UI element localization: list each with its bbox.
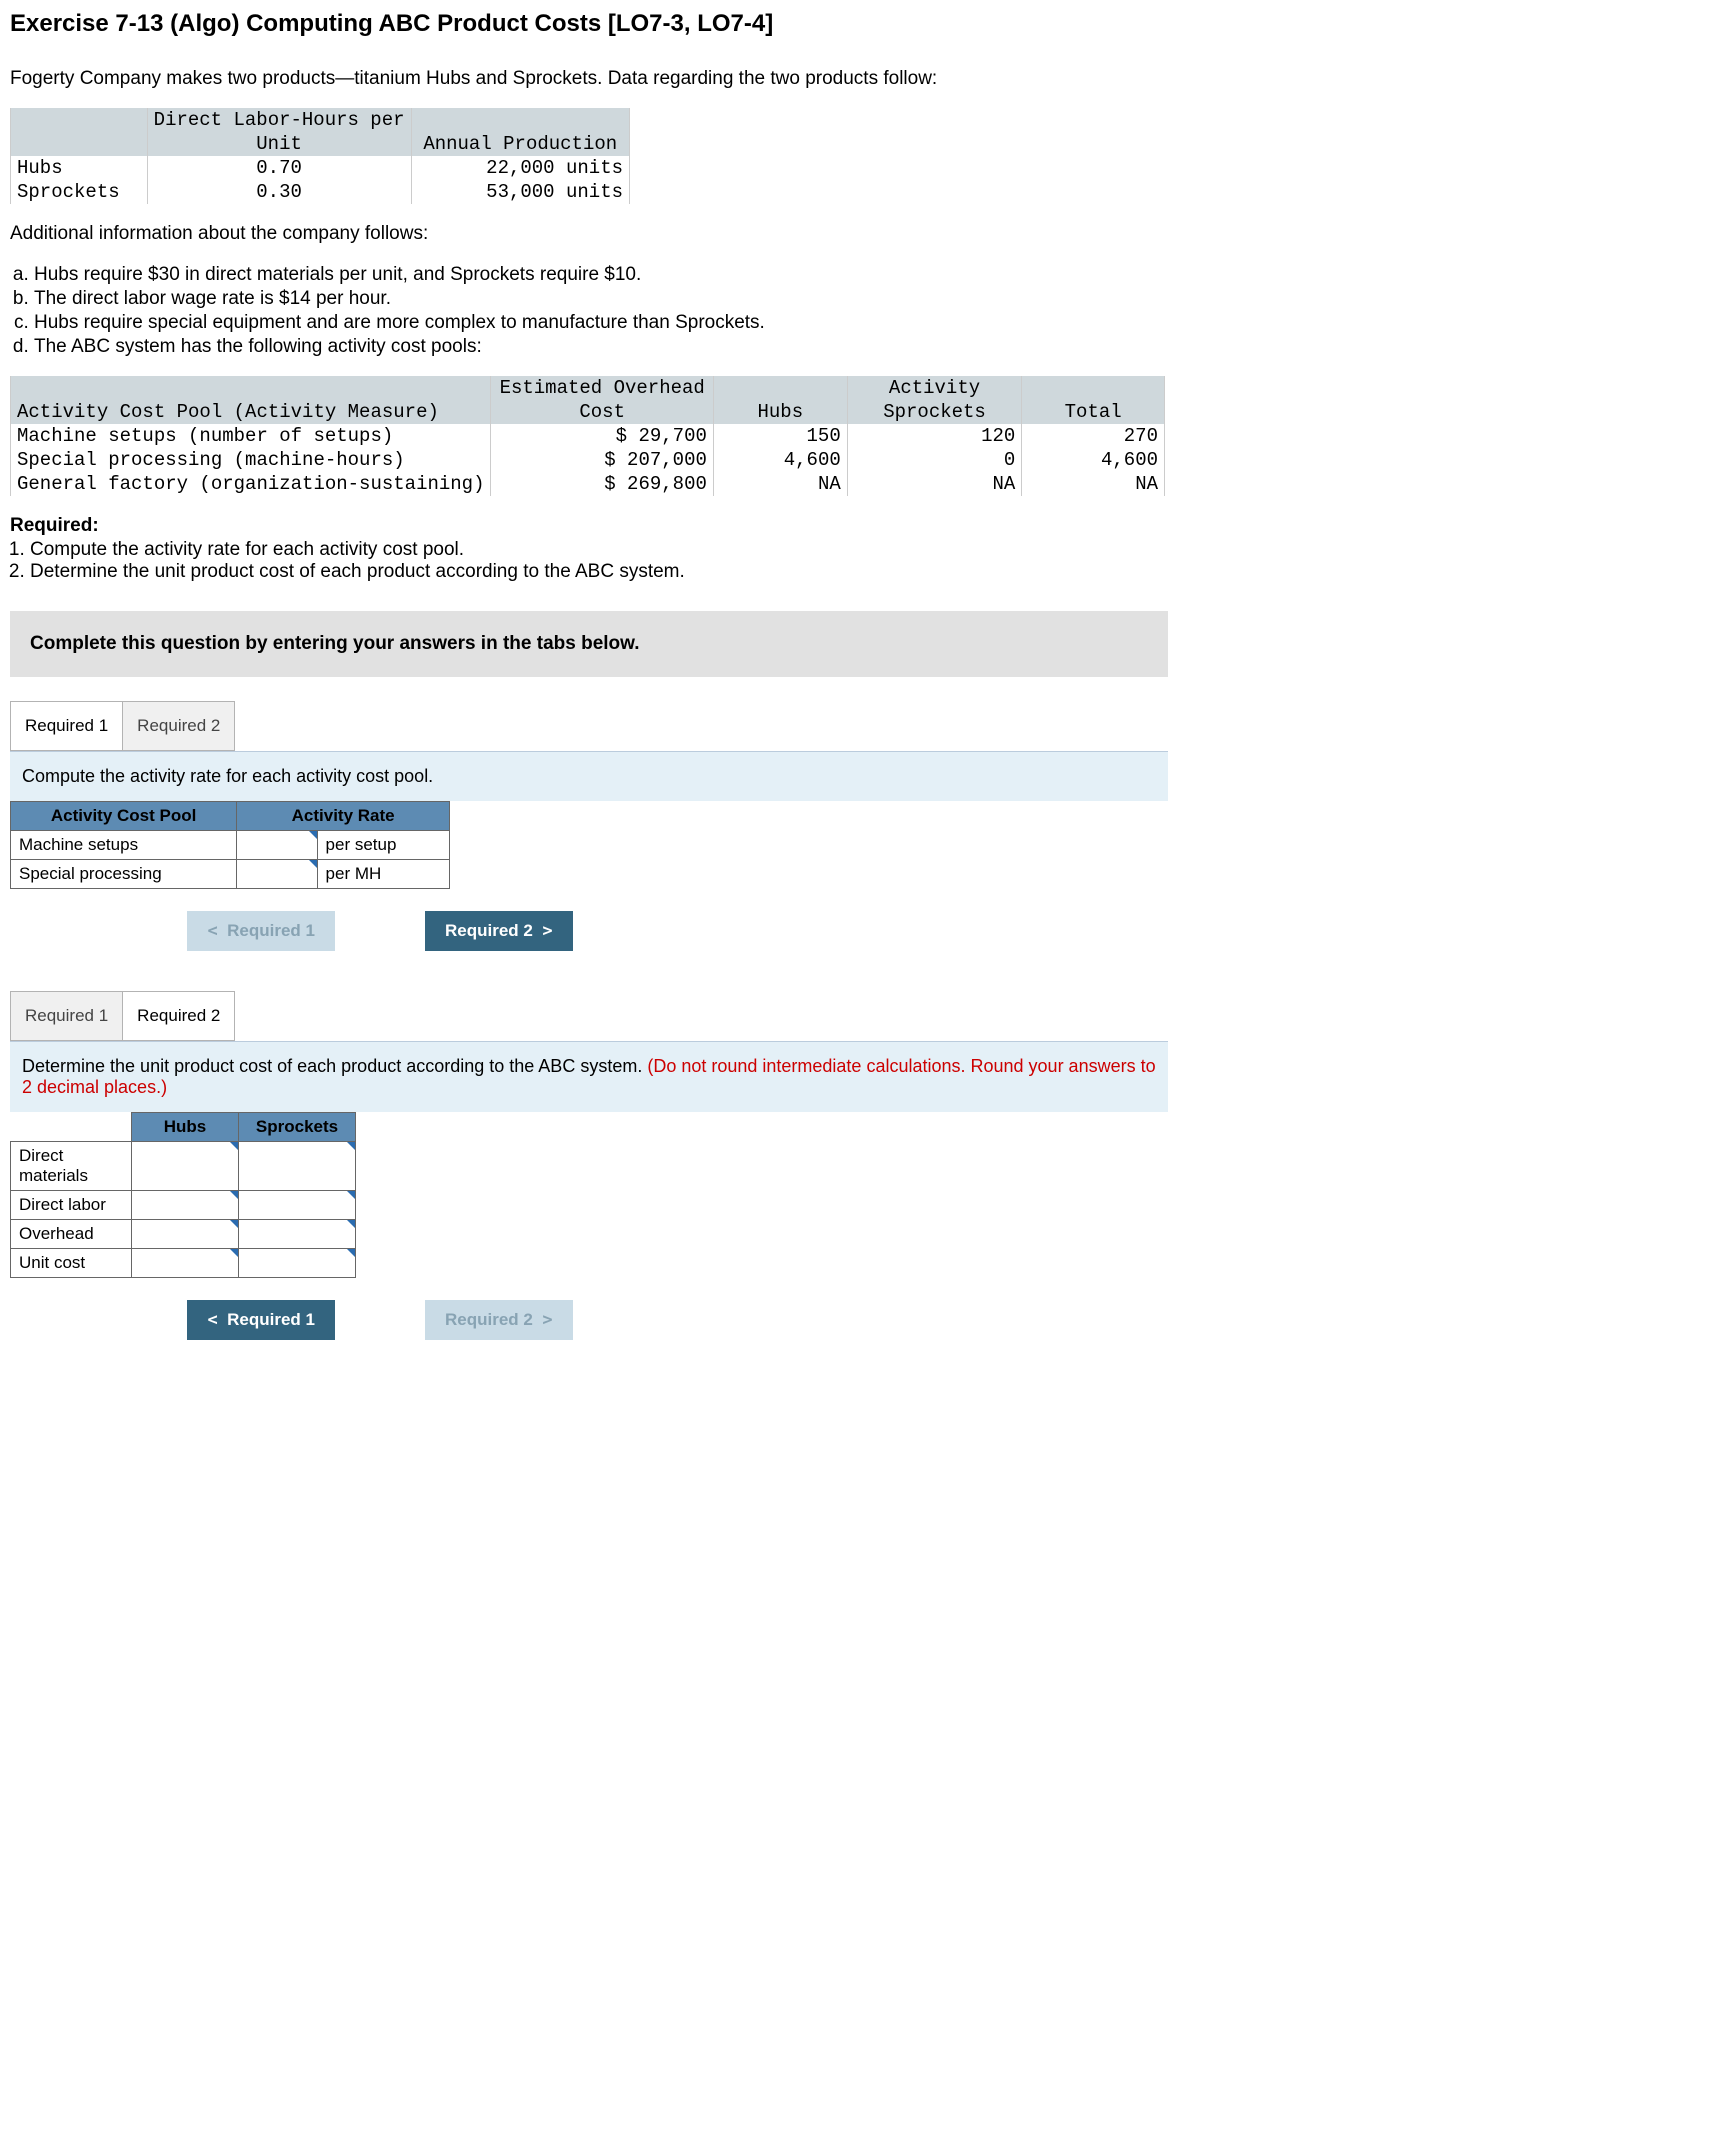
chevron-right-icon: > <box>542 921 552 941</box>
info-list: Hubs require $30 in direct materials per… <box>34 264 1722 358</box>
chevron-left-icon: < <box>207 921 217 941</box>
page-title: Exercise 7-13 (Algo) Computing ABC Produ… <box>10 10 1722 38</box>
activity-rate-table: Activity Cost Pool Activity Rate Machine… <box>10 801 450 889</box>
tab-required-2[interactable]: Required 2 <box>123 701 235 751</box>
hubs-unit-input[interactable] <box>132 1249 239 1278</box>
panel-required-2-prompt: Determine the unit product cost of each … <box>10 1041 1168 1112</box>
spr-dl-input[interactable] <box>239 1191 356 1220</box>
rate-input-special[interactable] <box>237 860 317 889</box>
tab-required-1[interactable]: Required 1 <box>10 701 123 751</box>
tab-required-1-b[interactable]: Required 1 <box>10 991 123 1041</box>
table-row: Machine setups (number of setups) $ 29,7… <box>11 424 1165 448</box>
table-row: Unit cost <box>11 1249 356 1278</box>
required-list: Compute the activity rate for each activ… <box>30 539 1722 583</box>
activity-pool-table: Estimated Overhead Activity Activity Cos… <box>10 376 1165 496</box>
prev-required-1-button: < Required 1 <box>187 911 335 951</box>
spr-unit-input[interactable] <box>239 1249 356 1278</box>
additional-info-lead: Additional information about the company… <box>10 223 1722 245</box>
next-required-2-button-b: Required 2 > <box>425 1300 573 1340</box>
unit-cost-table: Hubs Sprockets Direct materials Direct l… <box>10 1112 356 1278</box>
chevron-right-icon: > <box>542 1310 552 1330</box>
table-row: Machine setups per setup <box>11 831 450 860</box>
next-required-2-button[interactable]: Required 2 > <box>425 911 573 951</box>
table-row: Hubs 0.70 22,000 units <box>11 156 630 180</box>
table-row: Overhead <box>11 1220 356 1249</box>
rate-input-setups[interactable] <box>237 831 317 860</box>
spr-oh-input[interactable] <box>239 1220 356 1249</box>
tab-bar-2: Required 1 Required 2 <box>10 991 1168 1041</box>
table-row: Direct materials <box>11 1142 356 1191</box>
hubs-dl-input[interactable] <box>132 1191 239 1220</box>
panel-required-1-prompt: Compute the activity rate for each activ… <box>10 751 1168 801</box>
tab-bar-1: Required 1 Required 2 <box>10 701 1168 751</box>
chevron-left-icon: < <box>207 1310 217 1330</box>
tab-required-2-b[interactable]: Required 2 <box>123 991 235 1041</box>
production-table: Direct Labor-Hours per Unit Annual Produ… <box>10 108 630 204</box>
prev-required-1-button-b[interactable]: < Required 1 <box>187 1300 335 1340</box>
table-row: Direct labor <box>11 1191 356 1220</box>
table-row: Special processing (machine-hours) $ 207… <box>11 448 1165 472</box>
table-row: General factory (organization-sustaining… <box>11 472 1165 496</box>
table-row: Sprockets 0.30 53,000 units <box>11 180 630 204</box>
table-row: Special processing per MH <box>11 860 450 889</box>
instruction-box: Complete this question by entering your … <box>10 611 1168 677</box>
spr-dm-input[interactable] <box>239 1142 356 1191</box>
hubs-dm-input[interactable] <box>132 1142 239 1191</box>
required-heading: Required: <box>10 515 1722 537</box>
hubs-oh-input[interactable] <box>132 1220 239 1249</box>
intro-text: Fogerty Company makes two products—titan… <box>10 68 1722 90</box>
